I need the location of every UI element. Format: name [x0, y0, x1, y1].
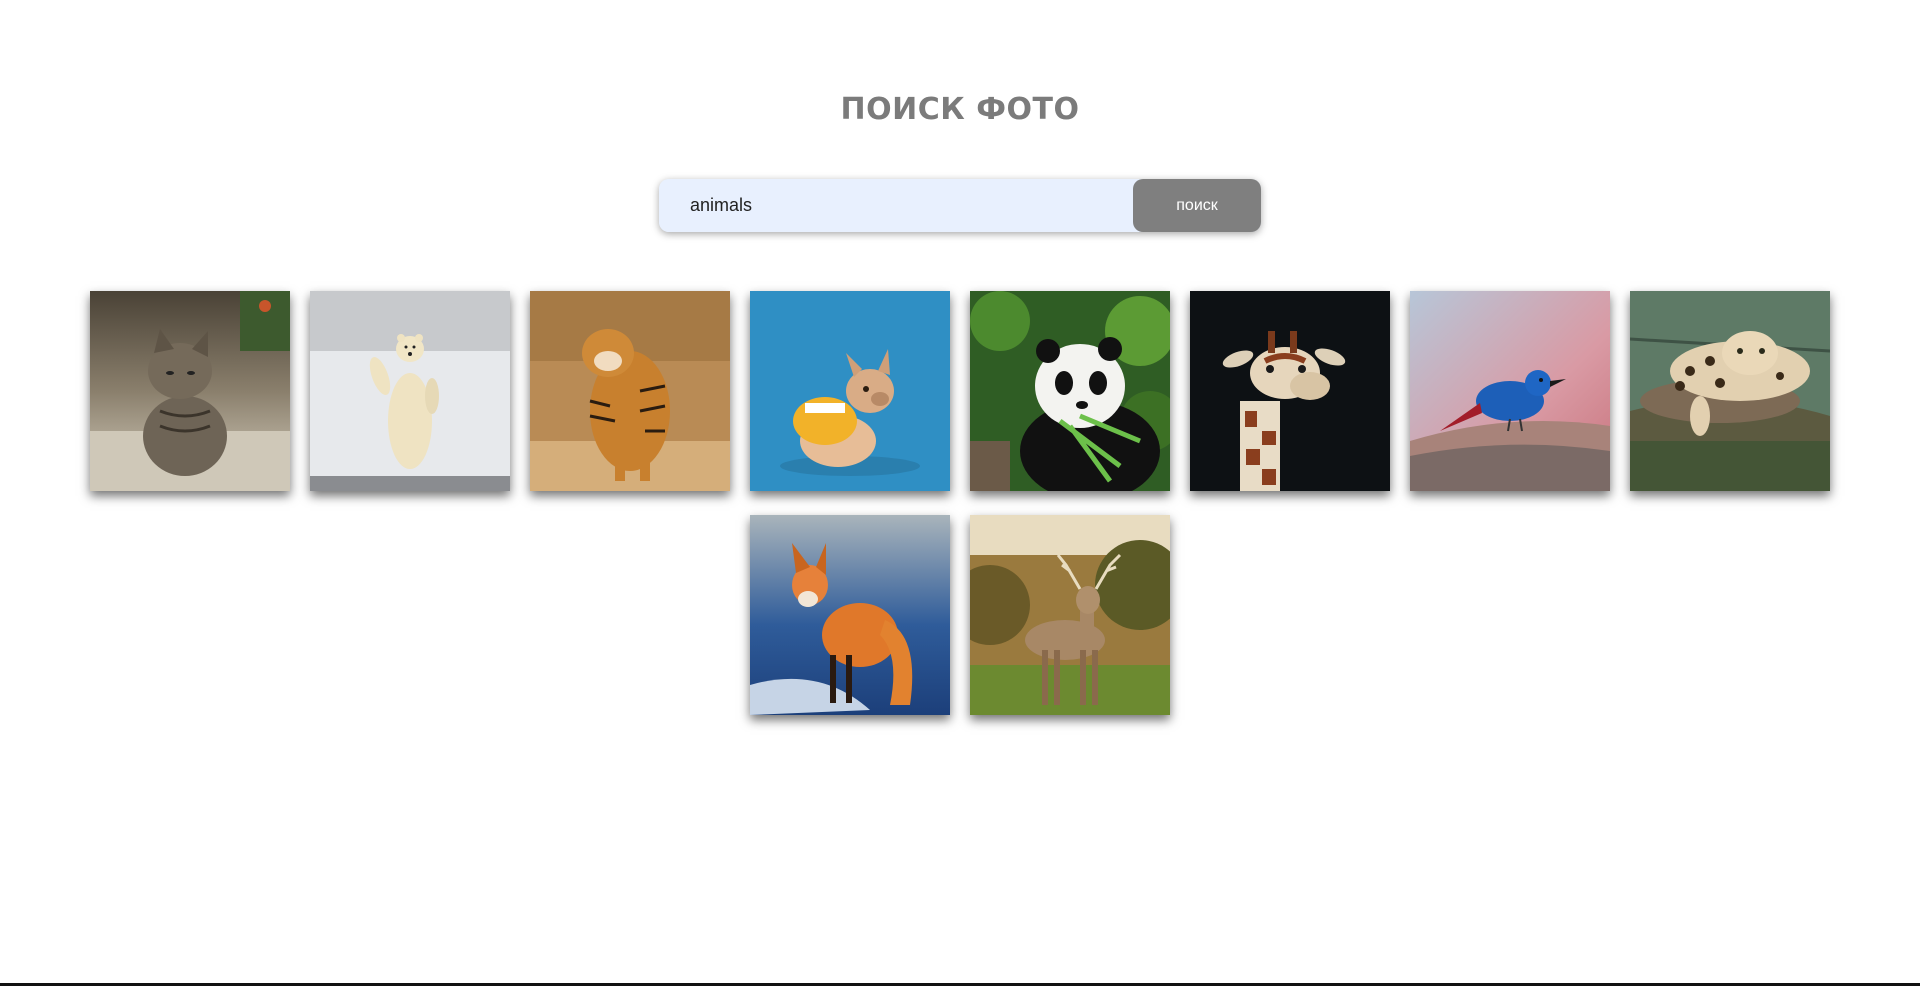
search-input[interactable]: [659, 179, 1133, 232]
bird-image: [1410, 291, 1610, 491]
photo-giraffe[interactable]: [1190, 291, 1390, 491]
photo-deer[interactable]: [970, 515, 1170, 715]
search-bar: поиск: [659, 179, 1261, 232]
photo-tiger[interactable]: [530, 291, 730, 491]
search-button[interactable]: поиск: [1133, 179, 1261, 232]
photo-gallery: [89, 291, 1831, 715]
photo-french-bulldog[interactable]: [750, 291, 950, 491]
leopard-image: [1630, 291, 1830, 491]
photo-panda[interactable]: [970, 291, 1170, 491]
page-title: ПОИСК ФОТО: [840, 92, 1080, 127]
kitten-image: [90, 291, 290, 491]
photo-kitten[interactable]: [90, 291, 290, 491]
photo-blue-bird[interactable]: [1410, 291, 1610, 491]
panda-image: [970, 291, 1170, 491]
fox-image: [750, 515, 950, 715]
photo-polar-bear[interactable]: [310, 291, 510, 491]
bulldog-image: [750, 291, 950, 491]
photo-fox[interactable]: [750, 515, 950, 715]
giraffe-image: [1190, 291, 1390, 491]
deer-image: [970, 515, 1170, 715]
photo-leopard[interactable]: [1630, 291, 1830, 491]
polar-bear-image: [310, 291, 510, 491]
tiger-image: [530, 291, 730, 491]
